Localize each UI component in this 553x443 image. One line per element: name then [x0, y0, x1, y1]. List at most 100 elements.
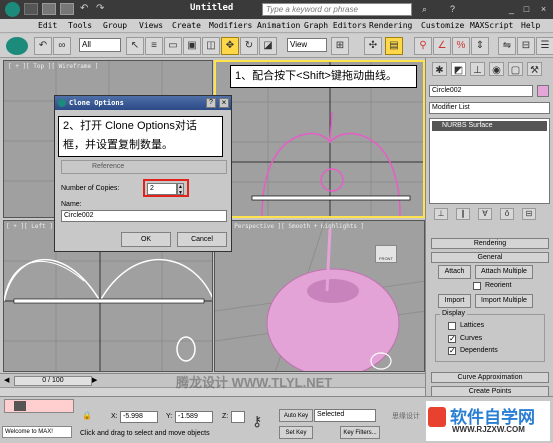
dialog-help-icon[interactable]: ?	[206, 98, 216, 108]
create-tab-icon[interactable]: ✱	[432, 62, 447, 76]
rectangle-selection-icon[interactable]: ▭	[164, 37, 182, 55]
selection-filter-dropdown[interactable]: All	[79, 38, 121, 52]
close-icon[interactable]: ×	[537, 3, 550, 16]
maximize-icon[interactable]: □	[520, 3, 533, 16]
hierarchy-tab-icon[interactable]: ⊥	[470, 62, 485, 76]
curves-checkbox[interactable]: ✓	[448, 335, 456, 343]
set-key-icon[interactable]: ⚷	[252, 413, 274, 435]
window-crossing-icon[interactable]: ▣	[183, 37, 201, 55]
menu-create[interactable]: Create	[172, 21, 201, 30]
keyboard-shortcut-override-icon[interactable]: ▤	[385, 37, 403, 55]
dependents-checkbox[interactable]: ✓	[448, 347, 456, 355]
app-logo-icon[interactable]	[5, 2, 20, 17]
help-icon[interactable]: ?	[446, 3, 459, 16]
ok-button[interactable]: OK	[121, 232, 171, 247]
select-manipulate-icon[interactable]: ✣	[364, 37, 382, 55]
utilities-tab-icon[interactable]: ⚒	[527, 62, 542, 76]
rollout-rendering[interactable]: Rendering	[431, 238, 549, 249]
modify-tab-icon[interactable]: ◩	[451, 62, 466, 76]
attach-multiple-button[interactable]: Attach Multiple	[475, 265, 533, 279]
show-end-result-icon[interactable]: ∥	[456, 208, 470, 220]
menu-group[interactable]: Group	[103, 21, 127, 30]
motion-tab-icon[interactable]: ◉	[489, 62, 504, 76]
corner-small-text: 思缘设计	[392, 413, 420, 420]
import-multiple-button[interactable]: Import Multiple	[475, 294, 533, 308]
select-and-move-icon[interactable]: ✥	[221, 37, 239, 55]
percent-snap-icon[interactable]: %	[452, 37, 470, 55]
display-group: Display Lattices ✓ Curves ✓ Dependents	[435, 310, 545, 362]
clone-name-field[interactable]: Circle002	[61, 210, 227, 222]
reorient-checkbox[interactable]	[473, 282, 481, 290]
key-selection-dropdown[interactable]: Selected	[314, 409, 376, 422]
reference-option[interactable]: Reference	[92, 163, 124, 170]
menu-views[interactable]: Views	[139, 21, 163, 30]
set-key-button[interactable]: Set Key	[279, 426, 313, 439]
object-name-field[interactable]: Circle002	[429, 85, 533, 97]
menu-tools[interactable]: Tools	[68, 21, 92, 30]
spinner-snap-icon[interactable]: ⇕	[471, 37, 489, 55]
reference-coordinate-dropdown[interactable]: View	[287, 38, 327, 52]
object-color-swatch[interactable]	[537, 85, 549, 97]
redo-icon[interactable]: ↷	[96, 4, 106, 14]
cancel-button[interactable]: Cancel	[177, 232, 227, 247]
undo-button-icon[interactable]: ↶	[34, 37, 52, 55]
angle-snap-icon[interactable]: ∠	[433, 37, 451, 55]
lattices-checkbox[interactable]	[448, 322, 456, 330]
layer-manager-icon[interactable]: ☰	[536, 37, 553, 55]
auto-key-button[interactable]: Auto Key	[279, 409, 313, 422]
link-icon[interactable]: ∞	[53, 37, 71, 55]
search-icon[interactable]: ⌕	[418, 3, 431, 16]
select-object-icon[interactable]: ↖	[126, 37, 144, 55]
x-coordinate-field[interactable]: -5.998	[120, 411, 158, 423]
menu-edit[interactable]: Edit	[38, 21, 57, 30]
menu-modifiers[interactable]: Modifiers	[209, 21, 252, 30]
pin-stack-icon[interactable]: ⊥	[434, 208, 448, 220]
modifier-list-dropdown[interactable]: Modifier List	[429, 102, 550, 114]
next-frame-icon[interactable]: ▶	[92, 376, 102, 385]
display-tab-icon[interactable]: ▢	[508, 62, 523, 76]
import-button[interactable]: Import	[438, 294, 471, 308]
select-and-rotate-icon[interactable]: ↻	[240, 37, 258, 55]
save-file-icon[interactable]	[60, 3, 74, 15]
remove-modifier-icon[interactable]: ȏ	[500, 208, 514, 220]
menu-help[interactable]: Help	[521, 21, 540, 30]
configure-modifier-sets-icon[interactable]: ⊟	[522, 208, 536, 220]
undo-icon[interactable]: ↶	[80, 4, 90, 14]
viewport-perspective[interactable]: [ Perspective ][ Smooth + Highlights ] F…	[214, 220, 425, 372]
search-input[interactable]: Type a keyword or phrase	[262, 3, 412, 16]
menu-maxscript[interactable]: MAXScript	[470, 21, 513, 30]
menu-graph-editors[interactable]: Graph Editors	[304, 21, 367, 30]
command-panel: ✱ ◩ ⊥ ◉ ▢ ⚒ Circle002 Modifier List NURB…	[425, 58, 553, 397]
copies-field[interactable]: 2	[147, 183, 177, 195]
app-menu-icon[interactable]	[6, 37, 28, 55]
y-coordinate-field[interactable]: -1.589	[175, 411, 213, 423]
frame-indicator[interactable]: 0 / 100	[14, 376, 92, 386]
mirror-icon[interactable]: ⇋	[498, 37, 516, 55]
pivot-center-icon[interactable]: ⊞	[331, 37, 349, 55]
menu-customize[interactable]: Customize	[421, 21, 464, 30]
snaps-toggle-icon[interactable]: ⚲	[414, 37, 432, 55]
rollout-curve-approximation[interactable]: Curve Approximation	[431, 372, 549, 383]
menu-animation[interactable]: Animation	[257, 21, 300, 30]
stack-item-nurbs[interactable]: NURBS Surface	[432, 121, 547, 131]
z-coordinate-field[interactable]	[231, 411, 245, 423]
copies-spinner[interactable]: ▲ ▼	[177, 183, 184, 196]
dialog-close-icon[interactable]: ×	[219, 98, 229, 108]
attach-button[interactable]: Attach	[438, 265, 471, 279]
open-file-icon[interactable]	[42, 3, 56, 15]
select-and-scale-icon[interactable]: ◪	[259, 37, 277, 55]
select-by-name-icon[interactable]: ≡	[145, 37, 163, 55]
minimize-icon[interactable]: _	[505, 3, 518, 16]
make-unique-icon[interactable]: ∀	[478, 208, 492, 220]
align-icon[interactable]: ⊟	[517, 37, 535, 55]
welcome-field[interactable]: Welcome to MAX!	[2, 426, 72, 438]
modifier-stack[interactable]: NURBS Surface	[429, 118, 550, 204]
menu-rendering[interactable]: Rendering	[369, 21, 412, 30]
listener-icon[interactable]	[14, 401, 26, 411]
key-filters-button[interactable]: Key Filters...	[340, 426, 380, 439]
crossing-icon[interactable]: ◫	[202, 37, 220, 55]
lock-selection-icon[interactable]: 🔒	[82, 411, 92, 421]
prev-frame-icon[interactable]: ◀	[4, 376, 14, 385]
rollout-general[interactable]: General	[431, 252, 549, 263]
new-file-icon[interactable]	[24, 3, 38, 15]
